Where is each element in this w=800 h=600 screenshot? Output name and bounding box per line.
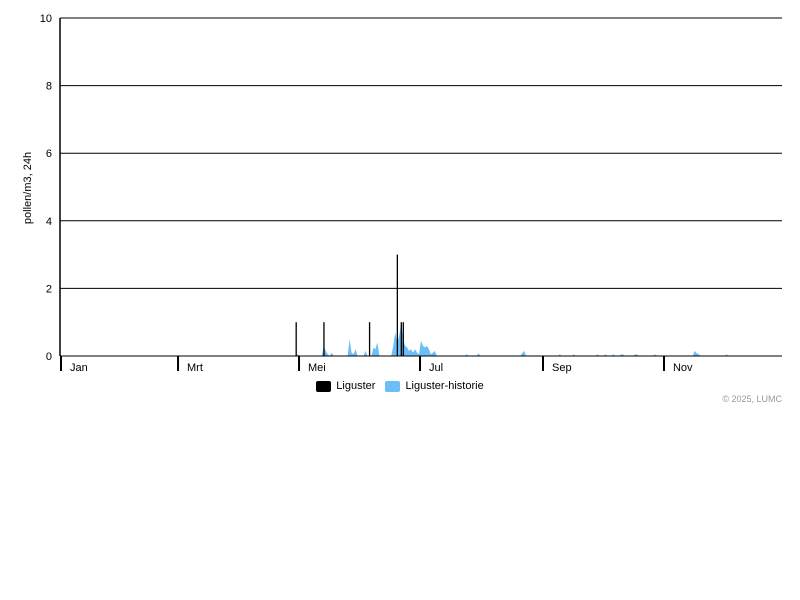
- legend-swatch-liguster-historie: [385, 380, 401, 392]
- history-series: [296, 323, 729, 356]
- x-tick-label: Jul: [429, 362, 443, 374]
- y-tick-label: 2: [46, 283, 52, 295]
- legend: Liguster Liguster-historie: [0, 380, 800, 392]
- y-axis-label: pollen/m3, 24h: [22, 152, 34, 224]
- copyright-credit[interactable]: © 2025, LUMC: [722, 394, 782, 404]
- pollen-chart: 0 2 4 6 8 10 Jan Mrt Mei Jul Sep Nov pollen/m3, 24…: [22, 13, 782, 374]
- x-tick-label: Mei: [308, 362, 326, 374]
- x-tick-label: Nov: [673, 362, 693, 374]
- y-tick-label: 0: [46, 351, 52, 363]
- liguster-bar: [295, 322, 297, 356]
- liguster-bar: [396, 254, 398, 356]
- x-tick-label: Sep: [552, 362, 572, 374]
- grid-lines: [60, 17, 782, 289]
- x-tick-label: Jan: [70, 362, 88, 374]
- legend-item-liguster-historie[interactable]: Liguster-historie: [385, 380, 484, 392]
- legend-item-liguster[interactable]: Liguster: [316, 380, 375, 392]
- x-tick-label: Mrt: [187, 362, 203, 374]
- axes: [59, 18, 782, 357]
- legend-label-liguster-historie: Liguster-historie: [405, 380, 484, 392]
- y-tick-label: 8: [46, 81, 52, 93]
- legend-swatch-liguster: [316, 380, 332, 392]
- y-tick-label: 4: [46, 216, 52, 228]
- y-tick-label: 10: [40, 13, 52, 25]
- legend-label-liguster: Liguster: [336, 380, 376, 392]
- liguster-bar: [323, 322, 325, 356]
- liguster-bar: [368, 322, 371, 356]
- history-area: [296, 323, 729, 356]
- y-axis-ticks: 0 2 4 6 8 10: [40, 13, 52, 363]
- y-tick-label: 6: [46, 148, 52, 160]
- liguster-bar: [400, 322, 402, 356]
- liguster-bar: [402, 322, 404, 356]
- x-axis-ticks: Jan Mrt Mei Jul Sep Nov: [60, 356, 693, 374]
